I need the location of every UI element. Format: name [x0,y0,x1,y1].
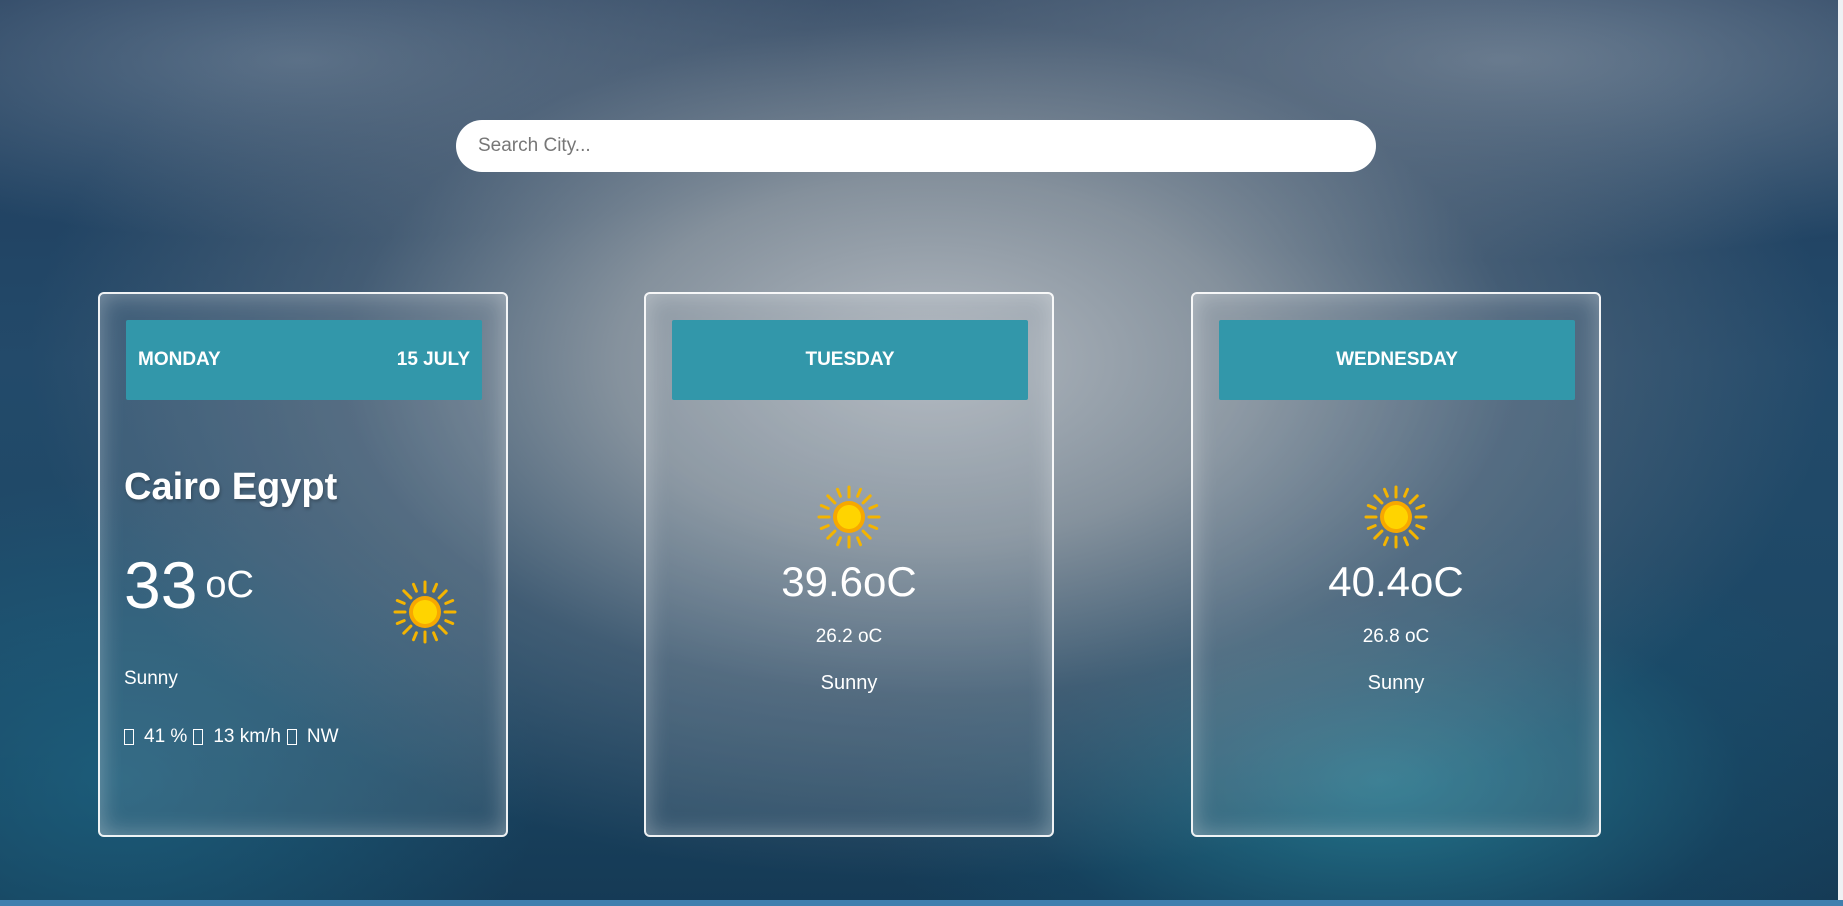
sun-icon [817,485,881,549]
weather-details: 41 % 13 km/h NW [124,726,339,748]
scrollbar[interactable] [1838,0,1843,900]
forecast-condition: Sunny [1367,672,1425,694]
forecast-max-temp: 40.4oC [1328,558,1464,605]
wind-direction-value: NW [306,726,339,747]
sun-icon [393,580,457,644]
today-card-header: MONDAY 15 JULY [126,320,482,400]
compass-icon [286,729,297,745]
forecast-condition: Sunny [820,672,878,694]
forecast-card-tuesday: TUESDAY 39.6oC 26.2 oC Sunny [644,292,1054,837]
current-condition: Sunny [124,668,178,689]
forecast-header: WEDNESDAY [1219,320,1575,400]
forecast-day: TUESDAY [805,349,895,370]
today-card: MONDAY 15 JULY Cairo Egypt 33 oC Sunny 4… [98,292,508,837]
search-input[interactable] [456,120,1376,172]
forecast-header: TUESDAY [672,320,1028,400]
search-bar [456,120,1376,172]
current-temp-value: 33 [124,548,198,622]
forecast-min-temp: 26.8 oC [1362,626,1430,647]
humidity-icon [124,729,134,745]
today-day: MONDAY [138,349,221,370]
forecast-day: WEDNESDAY [1336,349,1458,370]
forecast-card-wednesday: WEDNESDAY 40.4oC 26.8 oC Sunny [1191,292,1601,837]
forecast-max-temp: 39.6oC [781,558,917,605]
current-temperature: 33 oC [124,552,254,618]
wind-icon [193,729,204,745]
wind-speed-value: 13 km/h [213,726,281,747]
forecast-min-temp: 26.2 oC [815,626,883,647]
today-date: 15 JULY [396,349,470,370]
humidity-value: 41 % [144,726,188,747]
current-temp-unit: oC [205,564,254,606]
sun-icon [1364,485,1428,549]
bottom-bar [0,900,1843,906]
city-name: Cairo Egypt [124,466,338,508]
